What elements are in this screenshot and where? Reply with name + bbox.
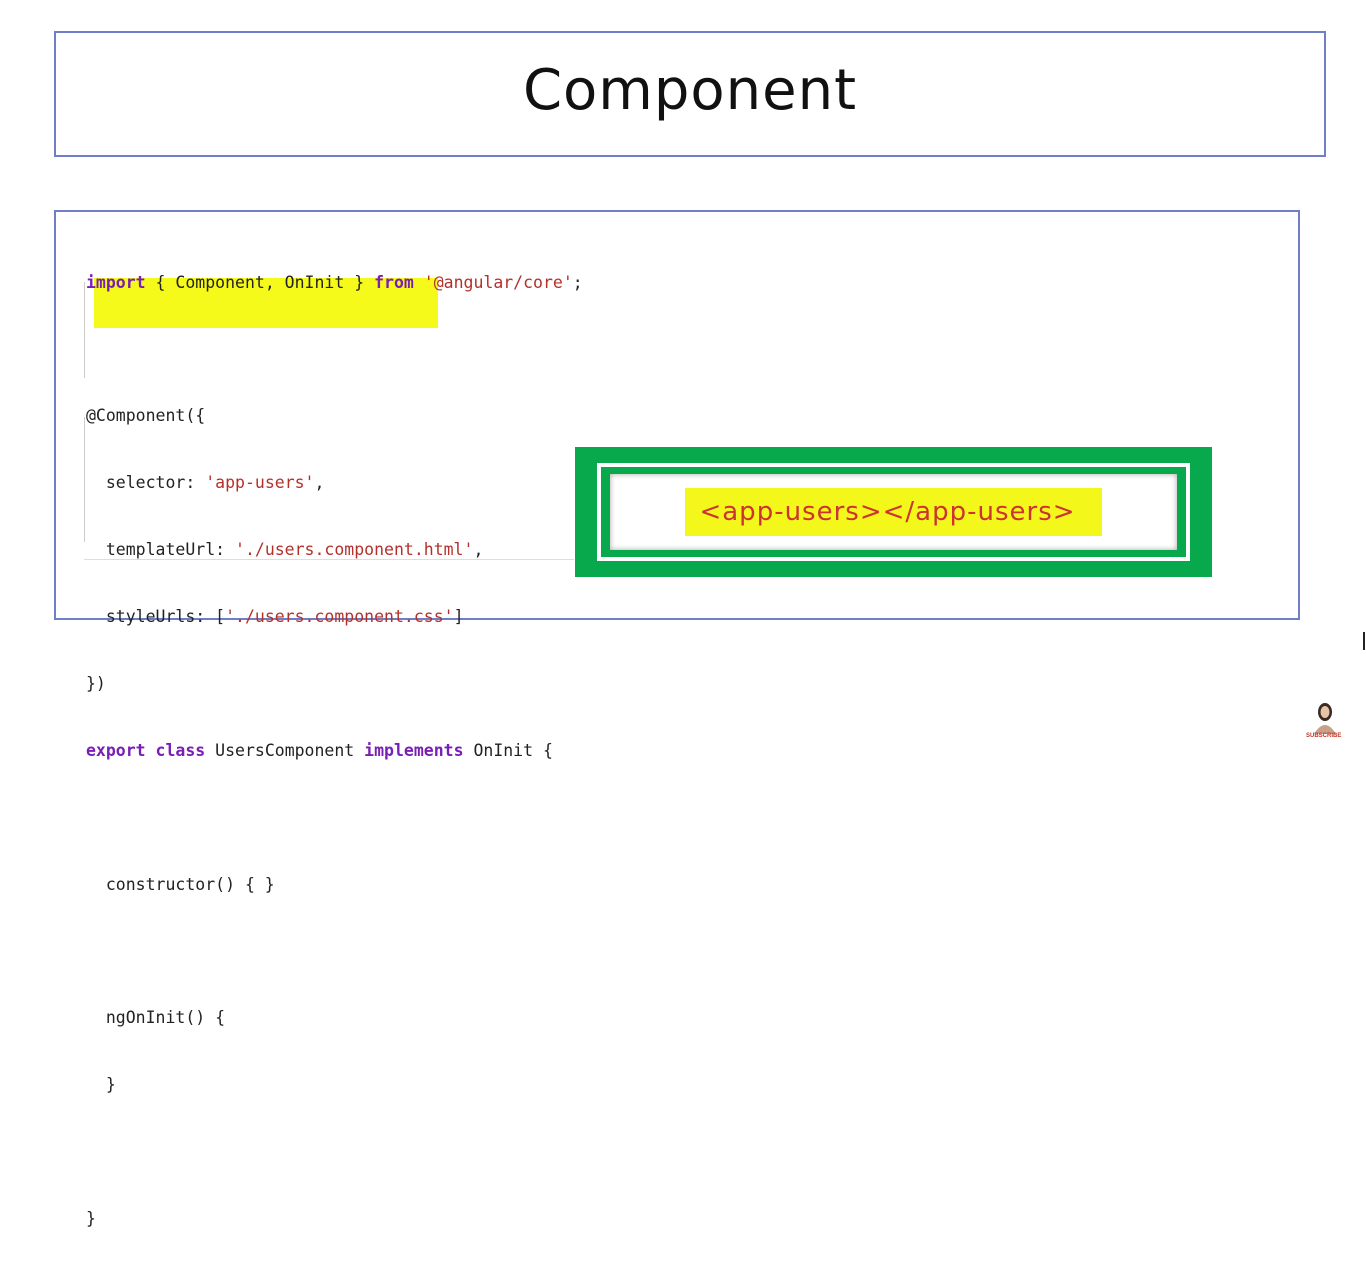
code-line: } — [86, 1209, 96, 1229]
text-cursor — [1363, 632, 1365, 650]
code-line: styleUrls: ['./users.component.css'] — [86, 607, 464, 627]
callout-inner-box: <app-users></app-users> — [610, 474, 1177, 550]
indent-guide — [84, 417, 85, 542]
callout-white-ring: <app-users></app-users> — [597, 463, 1190, 561]
code-line: selector: 'app-users', — [86, 473, 325, 493]
code-block: import { Component, OnInit } from '@angu… — [86, 227, 583, 1275]
channel-avatar-icon[interactable] — [1306, 700, 1344, 734]
code-line: templateUrl: './users.component.html', — [86, 540, 484, 560]
code-line: } — [86, 1075, 116, 1095]
slide-title-box: Component — [54, 31, 1326, 157]
code-line: import { Component, OnInit } from '@angu… — [86, 272, 583, 292]
callout-tag-text: <app-users></app-users> — [685, 488, 1102, 536]
indent-guide — [84, 282, 85, 378]
code-line: }) — [86, 673, 106, 693]
code-line: @Component({ — [86, 406, 206, 426]
subscribe-label[interactable]: SUBSCRIBE — [1306, 733, 1341, 739]
slide-title: Component — [522, 57, 858, 123]
code-line: export class UsersComponent implements O… — [86, 740, 553, 760]
app-users-callout: <app-users></app-users> — [575, 447, 1212, 577]
code-line: constructor() { } — [86, 874, 275, 894]
code-line: ngOnInit() { — [86, 1008, 226, 1028]
